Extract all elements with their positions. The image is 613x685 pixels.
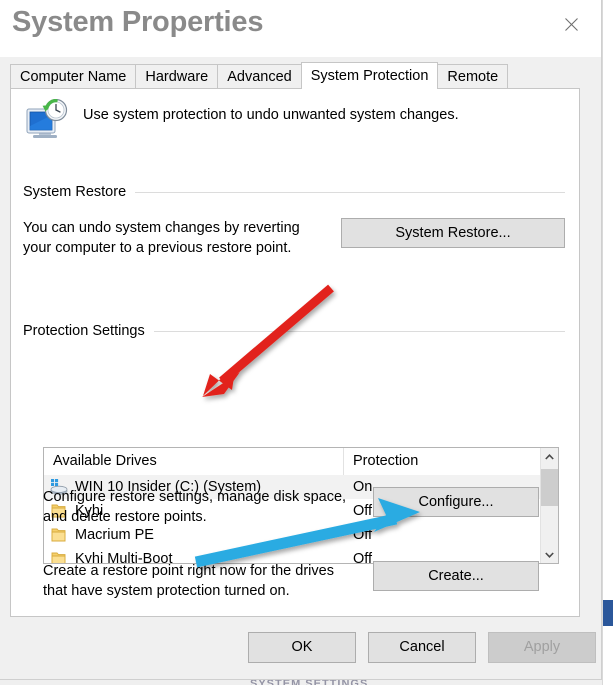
create-row-inner: Create a restore point right now for the… [23, 561, 565, 601]
protection-settings-group: Protection Settings [23, 323, 565, 339]
background-accent-bar [603, 600, 613, 626]
create-description: Create a restore point right now for the… [23, 561, 373, 601]
drive-protection-value: Off [353, 527, 373, 543]
dialog-footer: OK Cancel Apply [0, 617, 602, 679]
configure-description-line1: Configure restore settings, manage disk … [43, 489, 347, 505]
close-icon[interactable] [549, 8, 593, 40]
configure-description-line2: and delete restore points. [43, 509, 207, 525]
system-restore-row: You can undo system changes by reverting… [23, 218, 565, 258]
titlebar: System Properties [0, 0, 601, 57]
configure-button[interactable]: Configure... [373, 487, 539, 517]
system-restore-description-line2: your computer to a previous restore poin… [23, 240, 292, 256]
panel-intro-text: Use system protection to undo unwanted s… [83, 107, 459, 123]
tab-strip: Computer Name Hardware Advanced System P… [10, 62, 591, 89]
background-window [602, 0, 613, 685]
tab-remote[interactable]: Remote [437, 64, 509, 88]
system-restore-group-label: System Restore [23, 184, 127, 200]
apply-button: Apply [488, 632, 596, 663]
system-restore-icon [25, 98, 69, 141]
system-protection-panel: Use system protection to undo unwanted s… [10, 88, 580, 617]
group-divider [135, 191, 565, 193]
tab-hardware[interactable]: Hardware [135, 64, 219, 88]
list-header: Available Drives Protection [44, 448, 558, 476]
system-restore-description: You can undo system changes by reverting… [23, 218, 341, 258]
protection-settings-group-label-row: Protection Settings [23, 323, 565, 339]
create-button[interactable]: Create... [373, 561, 539, 591]
create-description-line1: Create a restore point right now for the… [43, 563, 334, 579]
configure-row-inner: Configure restore settings, manage disk … [23, 487, 565, 527]
column-header-protection[interactable]: Protection [344, 448, 540, 475]
window-title: System Properties [12, 6, 264, 38]
system-properties-dialog: System Properties Computer Name Hardware… [0, 0, 602, 680]
create-row: Create a restore point right now for the… [23, 561, 565, 601]
panel-intro: Use system protection to undo unwanted s… [25, 98, 569, 141]
tab-computer-name[interactable]: Computer Name [10, 64, 137, 88]
system-restore-group-label-row: System Restore [23, 184, 565, 200]
chevron-up-icon[interactable] [541, 448, 558, 465]
drive-name-cell: Macrium PE [44, 526, 344, 544]
system-restore-button[interactable]: System Restore... [341, 218, 565, 248]
create-description-line2: that have system protection turned on. [43, 583, 290, 599]
system-restore-group: System Restore You can undo system chang… [23, 184, 565, 258]
drive-name-label: Macrium PE [75, 527, 154, 543]
tab-system-protection[interactable]: System Protection [300, 62, 439, 89]
group-divider [153, 330, 565, 332]
system-restore-description-line1: You can undo system changes by reverting [23, 220, 300, 236]
cancel-button[interactable]: Cancel [368, 632, 476, 663]
folder-icon [50, 526, 68, 544]
ok-button[interactable]: OK [248, 632, 356, 663]
screen: SYSTEM SETTINGS System Properties Comput… [0, 0, 613, 685]
tab-advanced[interactable]: Advanced [217, 64, 302, 88]
column-header-available-drives[interactable]: Available Drives [44, 448, 344, 475]
configure-row: Configure restore settings, manage disk … [23, 487, 565, 527]
configure-description: Configure restore settings, manage disk … [23, 487, 373, 527]
protection-settings-group-label: Protection Settings [23, 323, 145, 339]
